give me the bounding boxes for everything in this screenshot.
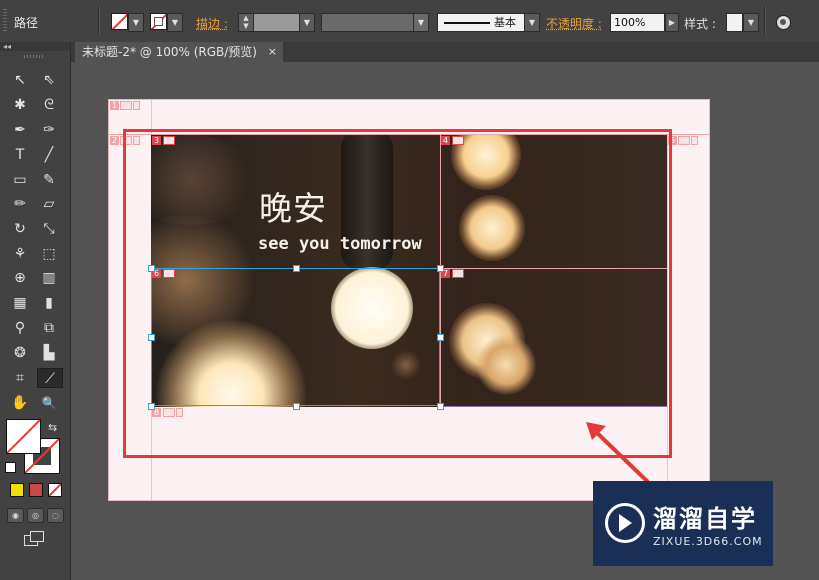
watermark: 溜溜自学 ZIXUE.3D66.COM [593,481,773,566]
direct-selection-tool-icon[interactable]: ⇖ [38,70,60,90]
warp-tool-icon[interactable]: ⚘ [9,244,31,264]
draw-inside-icon[interactable]: ◌ [47,508,64,523]
graphic-style-swatch[interactable] [726,13,743,32]
stroke-weight-field[interactable] [253,13,301,32]
watermark-url: ZIXUE.3D66.COM [653,535,763,548]
slice-link-icon [691,136,698,145]
brush-definition-label: 基本 [494,16,516,29]
eraser-tool-icon[interactable]: ▱ [38,194,60,214]
close-tab-icon[interactable]: × [268,42,277,62]
watermark-brand: 溜溜自学 [653,505,757,533]
color-mode-button[interactable] [10,483,24,497]
fill-dropdown-button[interactable]: ▼ [128,13,144,32]
shape-builder-tool-icon[interactable]: ⊕ [9,268,31,288]
type-tool-icon[interactable]: T [9,145,31,165]
pen-tool-icon[interactable]: ✒ [9,120,31,140]
mesh-tool-icon[interactable]: ▦ [9,293,31,313]
slice-number-label: 1 [110,101,120,110]
symbol-sprayer-tool-icon[interactable]: ❂ [9,343,31,363]
variable-width-profile-field[interactable] [321,13,415,32]
slice-image-icon [678,136,690,145]
default-fill-stroke-icon[interactable] [5,462,16,473]
slice-tool-icon[interactable]: ⟋ [37,368,63,388]
slice-number-label: 2 [110,136,120,145]
lasso-tool-icon[interactable]: ᘓ [38,95,60,115]
stroke-swatch[interactable] [150,13,167,30]
stroke-dropdown-button[interactable]: ▼ [167,13,183,32]
stroke-weight-label[interactable]: 描边 : [196,15,228,32]
recolor-artwork-icon[interactable] [776,15,791,30]
rectangle-tool-icon[interactable]: ▭ [9,170,31,190]
document-tab-bar: 未标题-2* @ 100% (RGB/预览) × [71,42,819,62]
none-mode-button[interactable] [48,483,62,497]
stroke-weight-stepper[interactable]: ▲ ▼ [238,13,254,32]
none-slash-icon [49,484,61,496]
panel-grip[interactable] [3,9,7,33]
slice-image-icon [120,101,132,110]
variable-width-dropdown[interactable]: ▼ [413,13,429,32]
highlight-annotation-rect [123,129,672,458]
tools-panel: ◂◂ ↖ ⇖ ✱ ᘓ ✒ ✑ T ╱ ▭ ✎ ✏ ▱ ↻ ⤡ ⚘ ⬚ ⊕ ▥ ▦… [0,42,71,580]
stroke-weight-dropdown[interactable]: ▼ [299,13,315,32]
draw-behind-icon[interactable]: ◎ [27,508,44,523]
rotate-tool-icon[interactable]: ↻ [9,219,31,239]
pencil-tool-icon[interactable]: ✏ [9,194,31,214]
gradient-tool-icon[interactable]: ▮ [38,293,60,313]
tools-panel-grip[interactable] [24,55,44,58]
annotation-arrow-icon [586,422,650,484]
screen-mode-icon[interactable] [24,531,44,546]
column-graph-tool-icon[interactable]: ▙ [38,343,60,363]
fill-swatch[interactable] [111,13,128,30]
style-label: 样式 : [684,17,716,31]
eyedropper-tool-icon[interactable]: ⚲ [9,318,31,338]
stroke-preview-line [444,22,490,24]
collapse-icon[interactable]: ◂◂ [3,42,11,51]
scale-tool-icon[interactable]: ⤡ [38,219,60,239]
brush-definition-dropdown[interactable]: ▼ [524,13,540,32]
fill-color-box[interactable] [6,419,41,454]
current-object-label: 路径 [14,16,39,30]
play-logo-icon [605,503,645,543]
artboard-tool-icon[interactable]: ⌗ [9,368,31,388]
line-tool-icon[interactable]: ╱ [38,145,60,165]
opacity-label[interactable]: 不透明度 : [546,15,602,32]
document-tab[interactable]: 未标题-2* @ 100% (RGB/预览) × [75,42,283,62]
swap-fill-stroke-icon[interactable]: ⇆ [48,421,57,434]
blend-tool-icon[interactable]: ⧉ [38,318,60,338]
magic-wand-tool-icon[interactable]: ✱ [9,95,31,115]
zoom-tool-icon[interactable]: 🔍 [38,393,60,413]
graphic-style-dropdown[interactable]: ▼ [743,13,759,32]
hand-tool-icon[interactable]: ✋ [9,393,31,413]
control-bar: 路径 ▼ ▼ 描边 : ▲ ▼ ▼ ▼ 基本 ▼ 不透明度 : 100% ▶ 样式… [0,0,819,43]
free-transform-tool-icon[interactable]: ⬚ [38,244,60,264]
draw-normal-icon[interactable]: ◉ [7,508,24,523]
graph-tool-icon[interactable]: ▥ [38,268,60,288]
gradient-mode-button[interactable] [29,483,43,497]
tools-panel-header[interactable]: ◂◂ [0,42,70,51]
slice-link-icon [133,101,140,110]
selection-tool-icon[interactable]: ↖ [9,70,31,90]
paintbrush-tool-icon[interactable]: ✎ [38,170,60,190]
document-tab-title: 未标题-2* @ 100% (RGB/预览) [82,45,257,59]
opacity-field[interactable]: 100% [610,13,665,32]
divider [764,6,766,36]
opacity-slider-button[interactable]: ▶ [665,13,679,32]
curvature-tool-icon[interactable]: ✑ [38,120,60,140]
divider [98,6,100,36]
